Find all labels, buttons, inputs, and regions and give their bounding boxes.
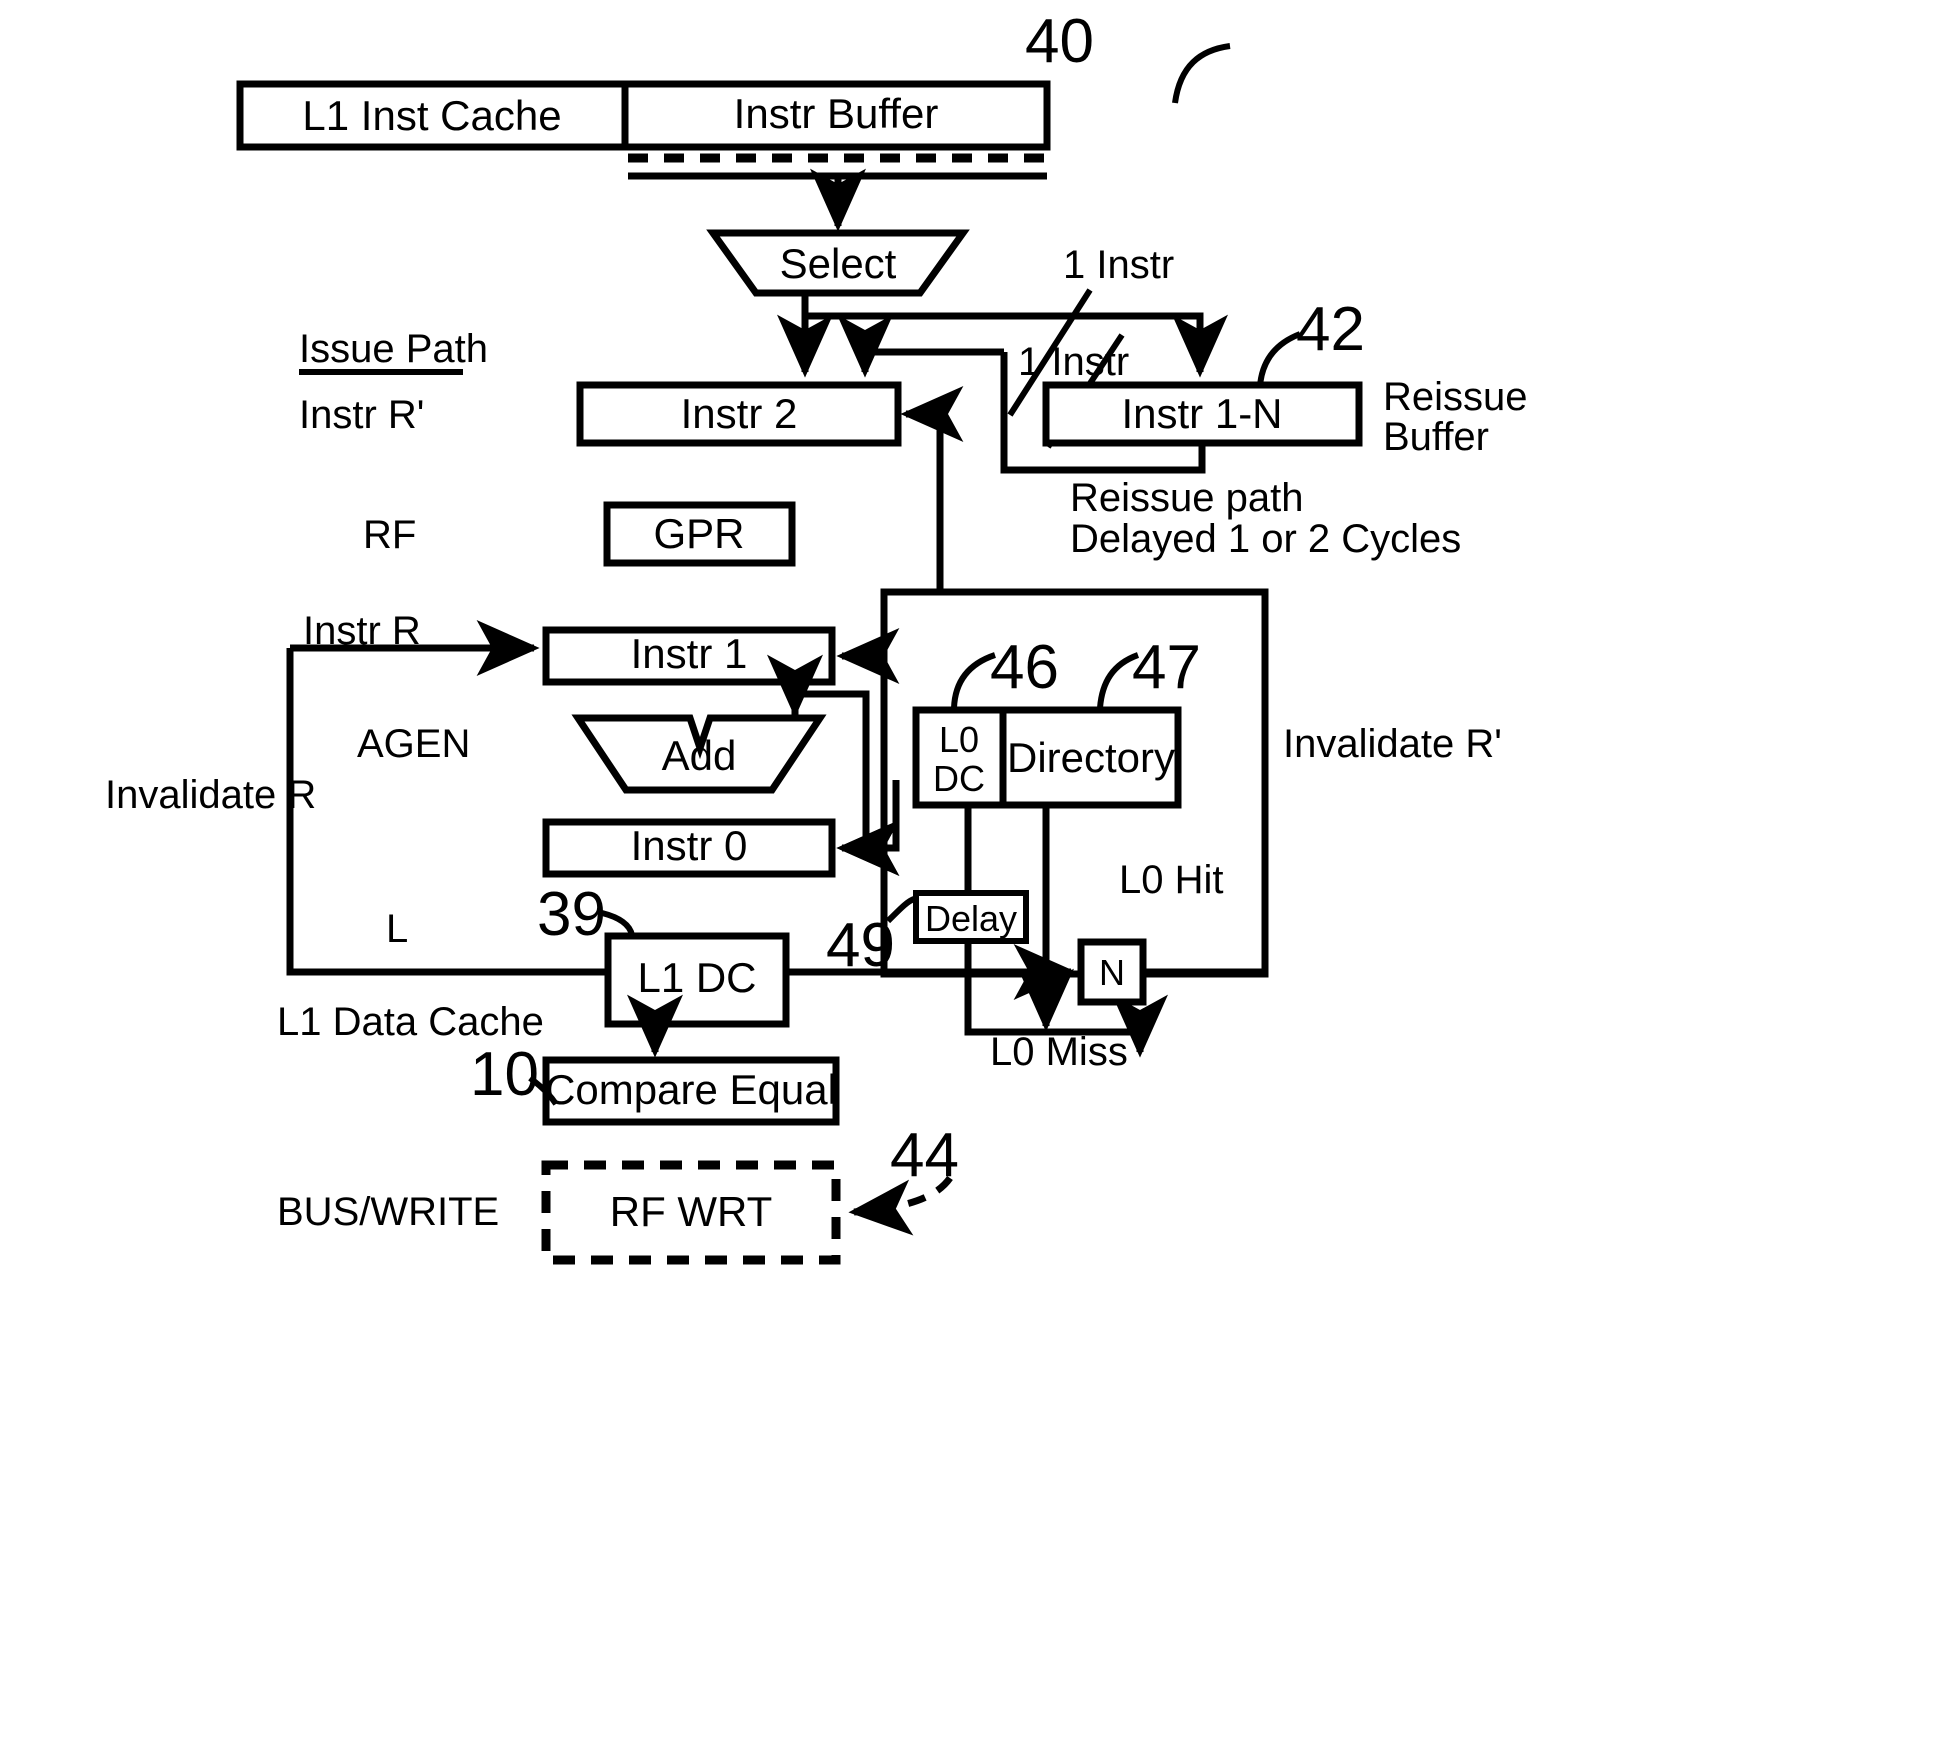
agen-label: AGEN [357,722,470,766]
reissue-path-label-line2: Delayed 1 or 2 Cycles [1070,517,1461,561]
reissue-path-label-line1: Reissue path [1070,476,1303,520]
add-into-instr0-right [836,820,900,876]
bus-write-label: BUS/WRITE [277,1190,499,1234]
gpr-label: GPR [653,510,744,557]
patent-diagram: L1 Inst Cache Instr Buffer Select Instr … [105,7,1528,1265]
rf-label: RF [363,513,416,557]
l0dc-label-line1: L0 [939,719,979,760]
leader-42 [1257,331,1302,387]
l0dc-label-line2: DC [933,758,985,799]
l0-miss-label: L0 Miss [990,1030,1128,1074]
instr1-label: Instr 1 [631,630,748,677]
delay-label: Delay [925,898,1017,939]
add-feedback-path [791,690,870,820]
rf-wrt-label: RF WRT [610,1188,773,1235]
l0-hit-label: L0 Hit [1119,858,1224,902]
issue-path-label: Issue Path [299,327,488,371]
ref-42: 42 [1296,295,1365,364]
l-label: L [386,907,408,951]
instr2-label: Instr 2 [681,390,798,437]
reissue-buffer-label-line1: Reissue [1383,375,1528,419]
ref-10: 10 [470,1040,539,1109]
ref-39: 39 [537,880,606,949]
reissue-buffer-label-line2: Buffer [1383,415,1489,459]
select-label: Select [780,240,897,287]
add-label: Add [662,732,737,779]
instr-r-prime-label: Instr R' [299,393,424,437]
one-instr-lower-label: 1 Instr [1018,340,1129,384]
compare-equal-label: Compare Equal [545,1066,837,1113]
instr-r-label: Instr R [303,609,421,653]
reissue-into-instr2-top [837,314,1004,378]
trunk-into-instr2-right [900,386,964,592]
n-label: N [1099,952,1125,993]
invalidate-r-prime-label: Invalidate R' [1283,722,1502,766]
invalidate-r-label: Invalidate R [105,773,316,817]
directory-label: Directory [1007,734,1175,781]
ref-49: 49 [826,911,895,980]
l1-data-cache-label: L1 Data Cache [277,1000,544,1044]
one-instr-upper-label: 1 Instr [1063,243,1174,287]
leader-40 [1172,43,1231,104]
l1dc-label: L1 DC [637,954,756,1001]
instr-buffer-label: Instr Buffer [734,90,939,137]
figure-canvas: L1 Inst Cache Instr Buffer Select Instr … [0,0,1953,1757]
leader-39 [601,910,635,936]
ref-47: 47 [1132,633,1201,702]
ref-44: 44 [890,1121,959,1190]
instr0-label: Instr 0 [631,822,748,869]
instr1n-label: Instr 1-N [1121,390,1282,437]
ref-40: 40 [1025,7,1094,76]
l1-inst-cache-label: L1 Inst Cache [302,92,561,139]
ref-46: 46 [990,633,1059,702]
